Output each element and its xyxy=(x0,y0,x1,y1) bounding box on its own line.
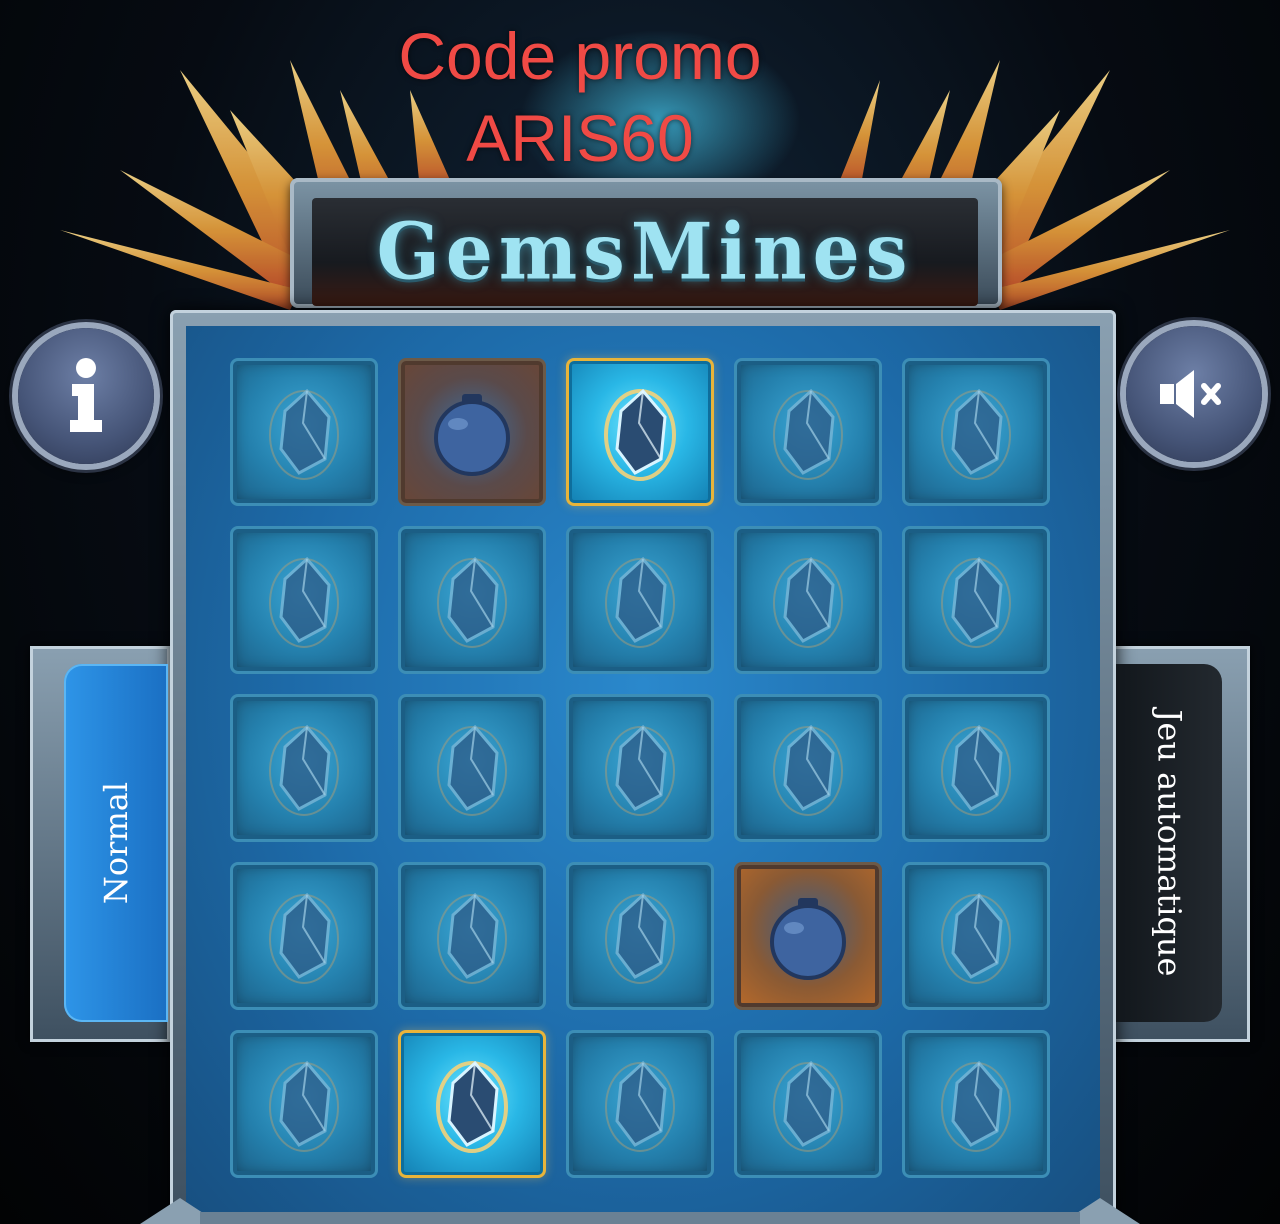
gem-icon xyxy=(604,388,676,481)
board-tile[interactable] xyxy=(398,1030,546,1178)
board-tile[interactable] xyxy=(230,526,378,674)
bomb-icon xyxy=(770,898,846,980)
bottom-ornament xyxy=(140,1198,1140,1224)
board-tile[interactable] xyxy=(398,358,546,506)
board-tile[interactable] xyxy=(734,1030,882,1178)
tab-normal[interactable]: Normal xyxy=(64,664,168,1022)
board-tile[interactable] xyxy=(566,862,714,1010)
board-tile[interactable] xyxy=(902,526,1050,674)
tab-auto-play[interactable]: Jeu automatique xyxy=(1116,664,1222,1022)
board-tile[interactable] xyxy=(566,526,714,674)
gem-icon xyxy=(436,1060,508,1153)
board-tile[interactable] xyxy=(902,694,1050,842)
gem-icon xyxy=(269,556,339,648)
gem-icon xyxy=(941,892,1011,984)
board-tile[interactable] xyxy=(734,862,882,1010)
gem-icon xyxy=(437,892,507,984)
tab-auto-play-label: Jeu automatique xyxy=(1150,709,1188,977)
board-tile[interactable] xyxy=(398,694,546,842)
gem-icon xyxy=(773,556,843,648)
board-tile[interactable] xyxy=(902,862,1050,1010)
promo-code-value: ARIS60 xyxy=(466,101,694,175)
gem-icon xyxy=(941,556,1011,648)
gem-icon xyxy=(437,724,507,816)
board-tile[interactable] xyxy=(902,1030,1050,1178)
gem-icon xyxy=(773,724,843,816)
board-tile[interactable] xyxy=(734,526,882,674)
board-tile[interactable] xyxy=(734,358,882,506)
gem-icon xyxy=(773,1060,843,1152)
game-board xyxy=(186,326,1100,1224)
gem-icon xyxy=(941,724,1011,816)
board-tile[interactable] xyxy=(230,358,378,506)
gem-icon xyxy=(269,724,339,816)
speaker-muted-icon xyxy=(1160,370,1221,418)
board-tile[interactable] xyxy=(230,694,378,842)
board-tile[interactable] xyxy=(398,862,546,1010)
gem-icon xyxy=(773,388,843,480)
info-button[interactable] xyxy=(18,328,154,464)
gem-icon xyxy=(941,388,1011,480)
gem-icon xyxy=(605,556,675,648)
gem-icon xyxy=(605,724,675,816)
gem-icon xyxy=(941,1060,1011,1152)
gem-icon xyxy=(437,556,507,648)
board-tile[interactable] xyxy=(398,526,546,674)
board-tile[interactable] xyxy=(566,694,714,842)
tab-normal-label: Normal xyxy=(97,781,135,905)
gem-icon xyxy=(269,892,339,984)
gem-icon xyxy=(269,388,339,480)
gem-icon xyxy=(269,1060,339,1152)
board-tile[interactable] xyxy=(734,694,882,842)
gem-icon xyxy=(605,1060,675,1152)
gem-icon xyxy=(605,892,675,984)
board-tile[interactable] xyxy=(902,358,1050,506)
board-tile[interactable] xyxy=(566,358,714,506)
board-tile[interactable] xyxy=(230,1030,378,1178)
game-title: GemsMines xyxy=(376,206,914,298)
sound-toggle-button[interactable] xyxy=(1126,326,1262,462)
title-banner: GemsMines xyxy=(312,198,978,306)
board-tile[interactable] xyxy=(230,862,378,1010)
promo-code-label: Code promo xyxy=(398,19,762,93)
info-icon xyxy=(70,358,102,432)
board-tile[interactable] xyxy=(566,1030,714,1178)
bomb-icon xyxy=(434,394,510,476)
